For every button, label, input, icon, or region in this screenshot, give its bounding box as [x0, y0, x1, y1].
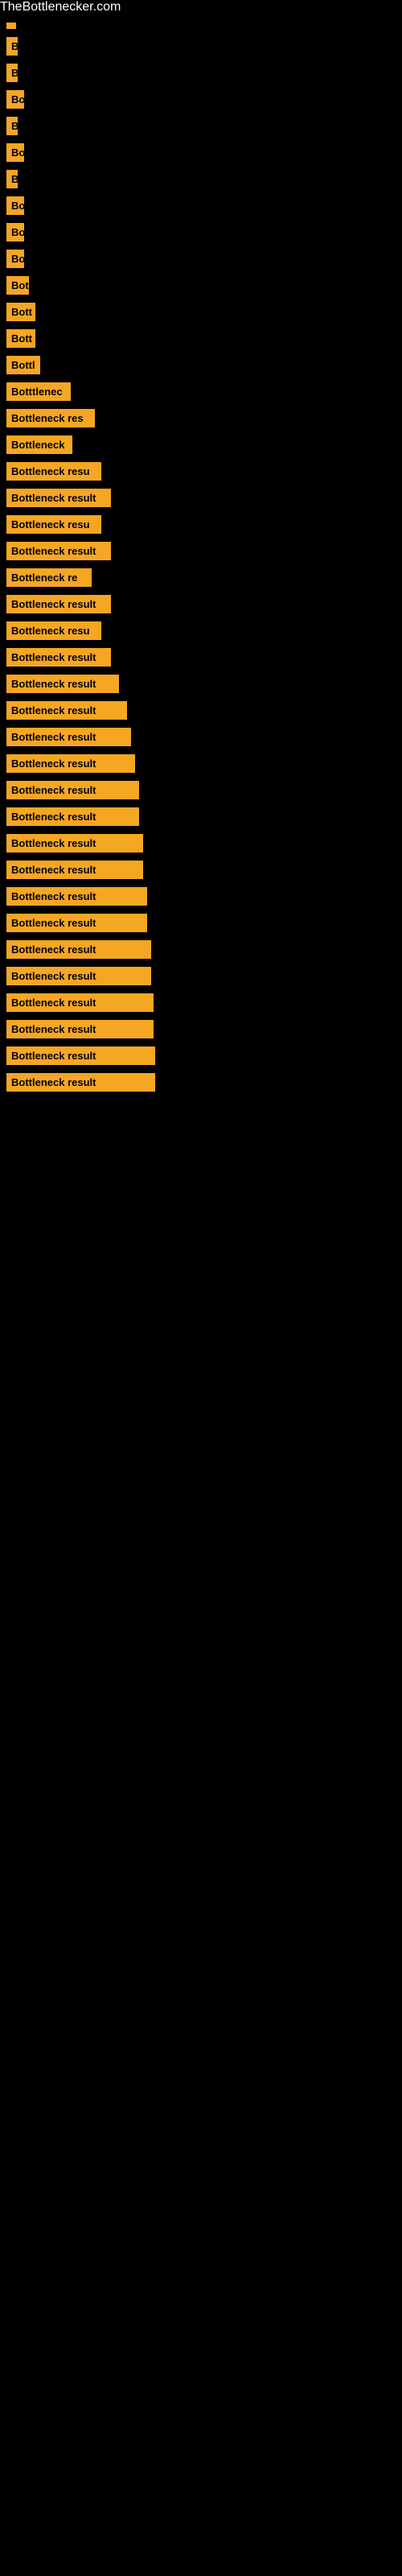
list-item: Bottleneck res	[6, 409, 396, 427]
list-item: Bo	[6, 223, 396, 242]
bottleneck-label: Bottleneck result	[6, 648, 111, 667]
list-item: B	[6, 37, 396, 56]
bottleneck-label: B	[6, 170, 18, 188]
list-item: Bot	[6, 276, 396, 295]
bottleneck-label: Bottleneck result	[6, 861, 143, 879]
list-item: Bottleneck result	[6, 967, 396, 985]
bottleneck-label: Bottleneck result	[6, 887, 147, 906]
list-item: Bott	[6, 303, 396, 321]
list-item: Bottleneck result	[6, 914, 396, 932]
list-item: Bottleneck resu	[6, 621, 396, 640]
bottleneck-label: Bottleneck result	[6, 781, 139, 799]
list-item: B	[6, 64, 396, 82]
bottleneck-label: Bottleneck result	[6, 701, 127, 720]
bottleneck-label: Bottleneck resu	[6, 462, 101, 481]
bottleneck-label: Bottleneck result	[6, 967, 151, 985]
bottleneck-label: Bo	[6, 223, 24, 242]
bottleneck-label: Bo	[6, 250, 24, 268]
bottleneck-label: Bottleneck result	[6, 914, 147, 932]
bottleneck-label: Bo	[6, 90, 24, 109]
bottleneck-label: Bottleneck result	[6, 1020, 154, 1038]
list-item: Bo	[6, 143, 396, 162]
list-item: Bottleneck result	[6, 675, 396, 693]
bottleneck-label: B	[6, 117, 18, 135]
list-item: Bottleneck result	[6, 595, 396, 613]
list-item: Bottleneck result	[6, 781, 396, 799]
list-item: Bottleneck result	[6, 1020, 396, 1038]
bottleneck-label: Bottleneck result	[6, 940, 151, 959]
list-item: Bottleneck result	[6, 701, 396, 720]
list-item: Bottleneck result	[6, 542, 396, 560]
list-item: Bottleneck result	[6, 728, 396, 746]
items-container: BBBoBBoBBoBoBoBotBottBottBottlBotttlenec…	[0, 14, 402, 1108]
list-item: B	[6, 117, 396, 135]
bottleneck-label: Bottleneck result	[6, 1073, 155, 1092]
bottleneck-label: Bottleneck result	[6, 993, 154, 1012]
bottleneck-label: Bottleneck re	[6, 568, 92, 587]
bottleneck-label: Bottleneck result	[6, 542, 111, 560]
bottleneck-label: Bo	[6, 143, 24, 162]
bottleneck-label: Bottleneck result	[6, 1046, 155, 1065]
list-item: Bottleneck result	[6, 489, 396, 507]
bottleneck-label: Bottleneck res	[6, 409, 95, 427]
site-title: TheBottlenecker.com	[0, 0, 402, 14]
bottleneck-label: Bottleneck result	[6, 595, 111, 613]
list-item: Bottleneck result	[6, 887, 396, 906]
list-item: Bottleneck result	[6, 834, 396, 852]
list-item: Bottleneck	[6, 436, 396, 454]
list-item: Bottleneck result	[6, 993, 396, 1012]
list-item: Botttlenec	[6, 382, 396, 401]
bottleneck-label: Bottl	[6, 356, 40, 374]
list-item: Bottleneck result	[6, 940, 396, 959]
list-item: Bottleneck resu	[6, 515, 396, 534]
list-item: Bottleneck result	[6, 754, 396, 773]
bottleneck-label: Botttlenec	[6, 382, 71, 401]
list-item: Bottl	[6, 356, 396, 374]
list-item: Bo	[6, 90, 396, 109]
list-item: Bo	[6, 250, 396, 268]
bottleneck-label: Bott	[6, 329, 35, 348]
bottleneck-label: Bottleneck result	[6, 728, 131, 746]
list-item: Bottleneck result	[6, 807, 396, 826]
bottleneck-label: Bottleneck resu	[6, 515, 101, 534]
bottleneck-label: Bottleneck result	[6, 834, 143, 852]
bottleneck-label: Bottleneck result	[6, 675, 119, 693]
list-item: Bo	[6, 196, 396, 215]
list-item: B	[6, 170, 396, 188]
list-item: Bottleneck re	[6, 568, 396, 587]
list-item: Bott	[6, 329, 396, 348]
list-item: Bottleneck result	[6, 1073, 396, 1092]
bottleneck-label: Bott	[6, 303, 35, 321]
bottleneck-label: B	[6, 64, 18, 82]
list-item: Bottleneck result	[6, 1046, 396, 1065]
bottleneck-label: Bo	[6, 196, 24, 215]
bottleneck-label	[6, 23, 16, 29]
list-item: Bottleneck result	[6, 861, 396, 879]
bottleneck-label: Bottleneck result	[6, 754, 135, 773]
list-item: Bottleneck result	[6, 648, 396, 667]
bottleneck-label: Bottleneck	[6, 436, 72, 454]
list-item	[6, 23, 396, 29]
bottleneck-label: Bottleneck result	[6, 807, 139, 826]
list-item: Bottleneck resu	[6, 462, 396, 481]
bottleneck-label: Bottleneck resu	[6, 621, 101, 640]
bottleneck-label: Bot	[6, 276, 29, 295]
bottleneck-label: B	[6, 37, 18, 56]
bottleneck-label: Bottleneck result	[6, 489, 111, 507]
